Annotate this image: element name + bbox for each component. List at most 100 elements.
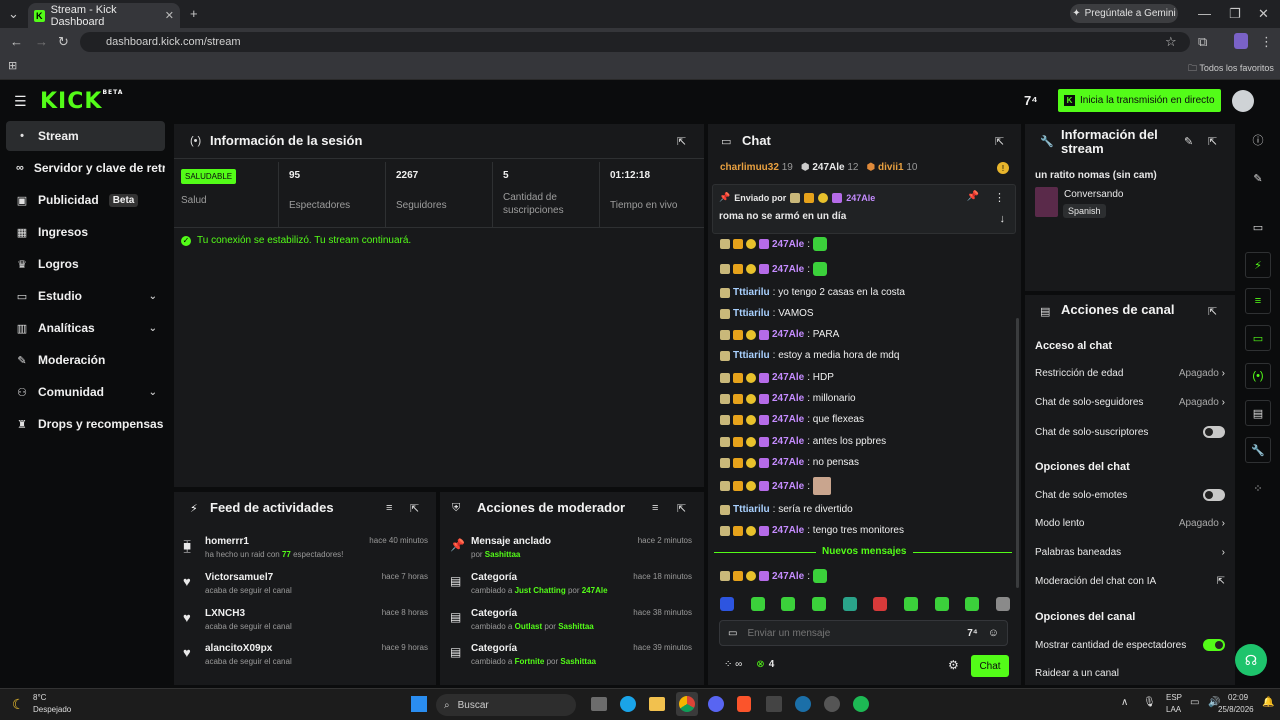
expand-arrow-icon[interactable]: ↓ xyxy=(1000,213,1006,225)
chrome-icon[interactable] xyxy=(679,696,695,712)
sidebar-item-stream[interactable]: • Stream xyxy=(6,121,165,151)
raid-channel-option[interactable]: Raidear a un canal xyxy=(1035,668,1225,679)
chat-scrollbar[interactable] xyxy=(1016,318,1019,588)
chat-message[interactable]: Tttiarilu: estoy a media hora de mdq xyxy=(720,350,899,361)
slow-mode-option[interactable]: Modo lento Apagado › xyxy=(1035,518,1225,529)
chat-message[interactable]: 247Ale: xyxy=(720,477,832,495)
emote-icon[interactable] xyxy=(781,597,796,611)
translate-icon[interactable]: 7⁴ xyxy=(967,628,978,639)
wrench-icon[interactable]: 🔧 xyxy=(1245,437,1271,463)
sidebar-item-drops[interactable]: ♜ Drops y recompensas xyxy=(6,409,165,439)
translate-icon[interactable]: 7⁴ xyxy=(1024,93,1038,108)
emote-icon[interactable] xyxy=(811,597,826,611)
emote-icon[interactable] xyxy=(842,597,857,611)
spotify-icon[interactable] xyxy=(853,696,869,712)
edit-pencil-icon[interactable]: ✎ xyxy=(1184,135,1193,148)
popout-icon[interactable]: ⇱ xyxy=(1208,135,1217,148)
banned-words-option[interactable]: Palabras baneadas › xyxy=(1035,547,1225,558)
taskbar-search[interactable]: ⌕ Buscar xyxy=(436,694,576,716)
emote-icon[interactable] xyxy=(965,597,980,611)
windows-start-icon[interactable] xyxy=(411,696,427,712)
filter-icon[interactable]: ≡ xyxy=(386,502,392,514)
emote-icon[interactable] xyxy=(903,597,918,611)
emote-icon[interactable] xyxy=(934,597,949,611)
chat-message[interactable]: 247Ale: xyxy=(720,569,828,583)
sidebar-item-achievements[interactable]: ♛ Logros xyxy=(6,249,165,279)
share-icon[interactable]: ⁘ xyxy=(1245,475,1271,501)
popout-icon[interactable]: ⇱ xyxy=(410,502,419,515)
video-icon[interactable]: ▭ xyxy=(1245,214,1271,240)
gifter[interactable]: ⬢ 247Ale 12 xyxy=(801,162,859,173)
go-live-button[interactable]: K Inicia la transmisión en directo xyxy=(1058,89,1221,112)
chat-message[interactable]: 247Ale: tengo tres monitores xyxy=(720,525,904,536)
popout-icon[interactable]: ⇱ xyxy=(995,135,1004,148)
back-icon[interactable]: ← xyxy=(10,34,23,49)
apps-grid-icon[interactable]: ⊞ xyxy=(8,59,17,72)
sidebar-item-server[interactable]: ∞ Servidor y clave de retransmisión xyxy=(6,153,165,183)
chat-message[interactable]: Tttiarilu: sería re divertido xyxy=(720,504,853,515)
hamburger-menu-icon[interactable]: ☰ xyxy=(14,93,27,110)
unpin-icon[interactable]: 📌 xyxy=(967,191,979,202)
sidebar-item-studio[interactable]: ▭ Estudio ⌄ xyxy=(6,281,165,311)
discord-icon[interactable] xyxy=(708,696,724,712)
kick-logo[interactable]: KICKBETA xyxy=(40,89,123,114)
chat-input-field[interactable] xyxy=(747,627,958,639)
chat-message[interactable]: Tttiarilu: VAMOS xyxy=(720,308,814,319)
sidebar-item-ads[interactable]: ▣ Publicidad Beta xyxy=(6,185,165,215)
forward-icon[interactable]: → xyxy=(35,34,48,49)
weather-desc[interactable]: Despejado xyxy=(33,705,71,714)
notifications-icon[interactable]: 🔔 xyxy=(1262,697,1274,708)
chat-bubble-icon[interactable]: ▭ xyxy=(1245,325,1271,351)
subs-only-toggle[interactable] xyxy=(1203,426,1225,438)
followers-only-option[interactable]: Chat de solo-seguidores Apagado › xyxy=(1035,397,1225,408)
user-avatar[interactable] xyxy=(1232,90,1254,112)
chat-message[interactable]: 247Ale: no pensas xyxy=(720,457,859,468)
broadcast-icon[interactable]: (•) xyxy=(1245,363,1271,389)
url-field[interactable]: dashboard.kick.com/stream xyxy=(80,32,1190,52)
emoji-icon[interactable]: ☺ xyxy=(988,627,999,639)
epic-games-icon[interactable] xyxy=(766,696,782,712)
edge-icon[interactable] xyxy=(620,696,636,712)
show-viewers-toggle[interactable] xyxy=(1203,639,1225,651)
minimize-icon[interactable]: — xyxy=(1198,6,1211,21)
clock-time[interactable]: 02:09 xyxy=(1228,693,1248,702)
all-favorites-link[interactable]: 🗀 Todos los favoritos xyxy=(1188,61,1274,77)
channel-icon[interactable]: ▤ xyxy=(1245,400,1271,426)
chat-message[interactable]: 247Ale: HDP xyxy=(720,372,834,383)
sidebar-item-analytics[interactable]: ▥ Analíticas ⌄ xyxy=(6,313,165,343)
list-icon[interactable]: ≡ xyxy=(1245,288,1271,314)
gifter[interactable]: ⬢ divii1 10 xyxy=(867,162,918,173)
age-restriction-option[interactable]: Restricción de edad Apagado › xyxy=(1035,368,1225,379)
language-indicator[interactable]: ESP xyxy=(1166,693,1182,702)
extensions-icon[interactable]: ⧉ xyxy=(1198,34,1207,50)
reload-icon[interactable]: ↻ xyxy=(58,34,69,50)
emotes-only-toggle[interactable] xyxy=(1203,489,1225,501)
edit-pencil-icon[interactable]: ✎ xyxy=(1245,165,1271,191)
chat-message[interactable]: 247Ale: PARA xyxy=(720,329,839,340)
chat-message[interactable]: 247Ale: xyxy=(720,237,828,251)
browser-tab[interactable]: K Stream - Kick Dashboard ✕ xyxy=(28,3,180,28)
popout-icon[interactable]: ⇱ xyxy=(1208,305,1217,318)
task-view-icon[interactable] xyxy=(591,697,607,711)
network-icon[interactable]: ▭ xyxy=(1190,697,1199,708)
obs-icon[interactable] xyxy=(824,696,840,712)
bookmark-star-icon[interactable]: ☆ xyxy=(1165,34,1177,50)
maximize-icon[interactable]: ❐ xyxy=(1229,6,1241,22)
chat-message[interactable]: Tttiarilu: yo tengo 2 casas en la costa xyxy=(720,287,905,298)
keyboard-layout[interactable]: LAA xyxy=(1166,705,1181,714)
gemini-button[interactable]: ✦ Pregúntale a Gemini xyxy=(1070,4,1178,23)
brave-icon[interactable] xyxy=(737,696,751,712)
filter-icon[interactable]: ≡ xyxy=(652,502,658,514)
chat-message[interactable]: 247Ale: xyxy=(720,262,828,276)
sidebar-item-community[interactable]: ⚇ Comunidad ⌄ xyxy=(6,377,165,407)
chat-input[interactable]: ▭ 7⁴ ☺ xyxy=(719,620,1008,646)
chrome-menu-icon[interactable]: ⋮ xyxy=(1260,34,1273,50)
chat-message[interactable]: 247Ale: antes los ppbres xyxy=(720,436,886,447)
tab-search-icon[interactable]: ⌄ xyxy=(8,6,19,22)
more-options-icon[interactable]: ⋮ xyxy=(994,191,1005,204)
file-explorer-icon[interactable] xyxy=(649,697,665,711)
emote-icon[interactable] xyxy=(750,597,765,611)
ai-moderation-option[interactable]: Moderación del chat con IA ⇱ xyxy=(1035,576,1225,587)
emote-icon[interactable] xyxy=(995,597,1010,611)
sidebar-item-income[interactable]: ▦ Ingresos xyxy=(6,217,165,247)
